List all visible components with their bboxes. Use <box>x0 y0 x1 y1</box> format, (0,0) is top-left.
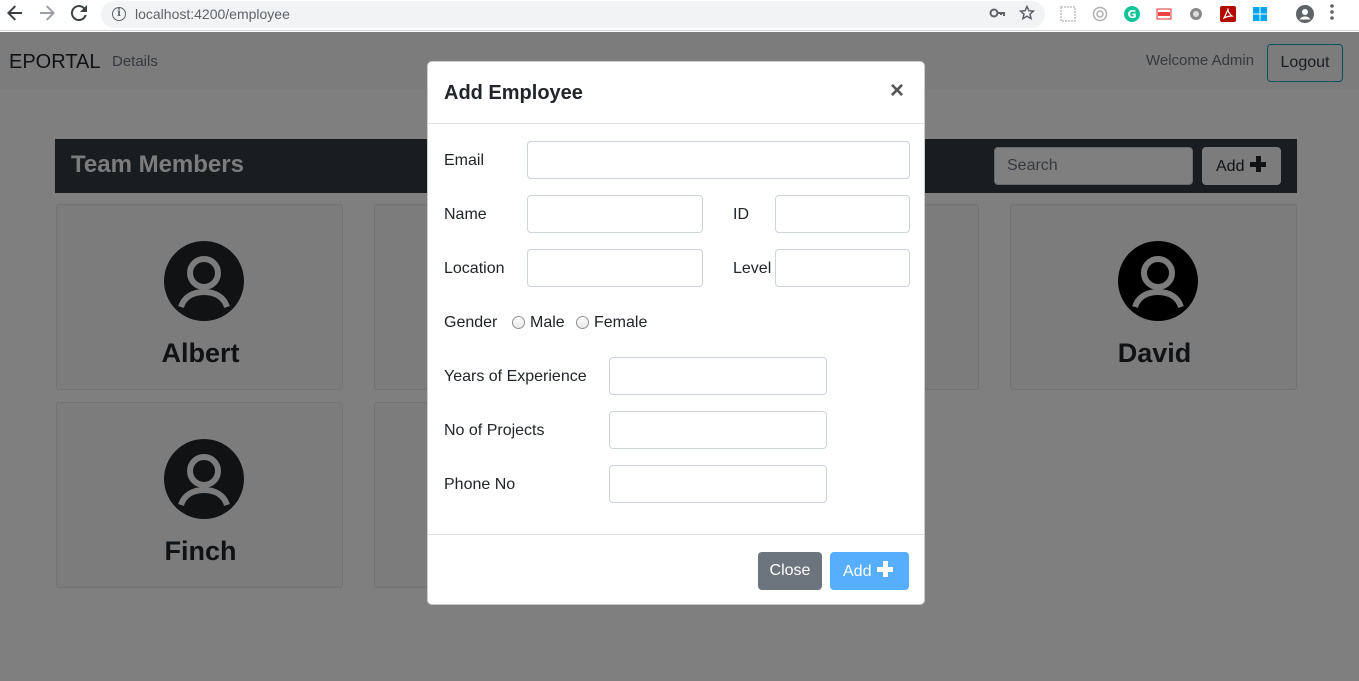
add-button-label: Add <box>843 563 872 580</box>
forward-arrow-icon[interactable] <box>36 4 58 26</box>
email-label: Email <box>444 152 485 169</box>
url-text[interactable]: localhost:4200/employee <box>135 6 290 22</box>
add-button[interactable]: Add <box>830 552 909 590</box>
browser-toolbar: i localhost:4200/employee G <box>0 0 1359 31</box>
address-bar[interactable]: i localhost:4200/employee <box>101 1 1045 28</box>
gender-female-radio[interactable] <box>576 316 589 329</box>
gender-female-label[interactable]: Female <box>594 314 647 332</box>
phone-field[interactable] <box>609 465 827 503</box>
star-icon[interactable] <box>1018 4 1036 25</box>
name-label: Name <box>444 206 487 223</box>
site-info-icon[interactable]: i <box>112 7 126 21</box>
grammarly-icon[interactable]: G <box>1124 6 1140 22</box>
projects-label: No of Projects <box>444 422 545 439</box>
modal-footer: Close Add <box>428 534 924 604</box>
profile-icon[interactable] <box>1296 5 1314 23</box>
name-field[interactable] <box>527 195 703 233</box>
years-experience-field[interactable] <box>609 357 827 395</box>
pdf-extension-icon[interactable] <box>1156 6 1172 22</box>
close-x-icon[interactable]: × <box>890 79 904 103</box>
location-field[interactable] <box>527 249 703 287</box>
level-field[interactable] <box>775 249 910 287</box>
reload-icon[interactable] <box>68 4 90 26</box>
modal-header: Add Employee × <box>428 62 924 124</box>
years-experience-label: Years of Experience <box>444 368 587 385</box>
level-label: Level <box>733 260 772 277</box>
phone-label: Phone No <box>444 476 516 493</box>
id-label: ID <box>733 206 749 223</box>
add-employee-modal: Add Employee × Email Name ID Location Le… <box>427 61 925 605</box>
projects-field[interactable] <box>609 411 827 449</box>
gender-male-label[interactable]: Male <box>530 314 565 332</box>
extension-circle-icon[interactable] <box>1188 6 1204 22</box>
key-icon[interactable] <box>989 5 1005 25</box>
acrobat-icon[interactable] <box>1220 6 1236 22</box>
extension-icon[interactable] <box>1060 6 1076 22</box>
menu-kebab-icon[interactable] <box>1330 4 1334 24</box>
svg-text:G: G <box>1127 8 1136 21</box>
extension-spiral-icon[interactable] <box>1092 6 1108 22</box>
gender-label: Gender <box>444 314 498 331</box>
gender-male-radio[interactable] <box>512 316 525 329</box>
windows-icon[interactable] <box>1252 6 1268 22</box>
back-arrow-icon[interactable] <box>4 4 26 26</box>
modal-title: Add Employee <box>444 82 583 104</box>
id-field[interactable] <box>775 195 910 233</box>
location-label: Location <box>444 260 505 277</box>
plus-icon <box>877 561 894 577</box>
close-button[interactable]: Close <box>758 552 822 590</box>
email-field[interactable] <box>527 141 910 179</box>
